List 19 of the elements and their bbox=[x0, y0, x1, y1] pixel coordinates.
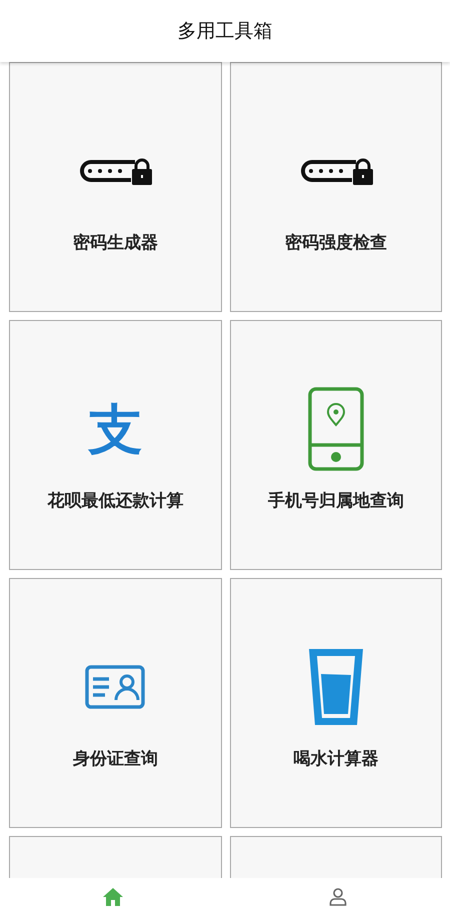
phone-location-icon bbox=[308, 387, 364, 471]
tool-label: 手机号归属地查询 bbox=[268, 490, 404, 512]
payment-logo: 支 bbox=[87, 396, 144, 463]
tool-card[interactable]: 手机号归属地查询 bbox=[230, 320, 442, 570]
tool-label: 密码生成器 bbox=[72, 232, 158, 254]
tool-card[interactable]: 身份证查询 bbox=[9, 578, 222, 828]
tool-card[interactable]: 支 花呗最低还款计算 bbox=[9, 320, 222, 570]
tool-card[interactable]: 喝水计算器 bbox=[230, 578, 442, 828]
tool-label: 密码强度检查 bbox=[284, 232, 387, 254]
tool-label: 身份证查询 bbox=[72, 748, 158, 770]
password-lock-icon bbox=[77, 156, 154, 186]
app-title: 多用工具箱 bbox=[178, 19, 272, 44]
id-card-icon bbox=[85, 665, 146, 709]
tool-card[interactable]: 密码生成器 bbox=[9, 62, 222, 312]
tool-card[interactable]: 密码强度检查 bbox=[230, 62, 442, 312]
tool-label: 花呗最低还款计算 bbox=[47, 490, 184, 512]
tool-label: 喝水计算器 bbox=[293, 748, 378, 770]
person-icon bbox=[328, 888, 346, 906]
home-icon bbox=[102, 888, 122, 906]
